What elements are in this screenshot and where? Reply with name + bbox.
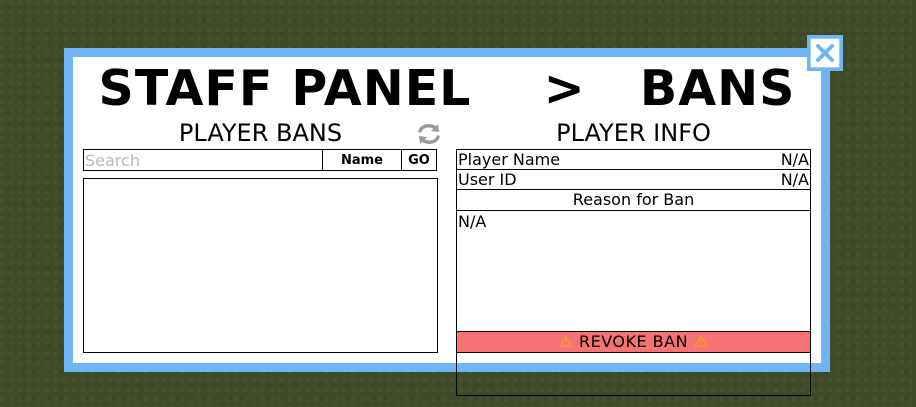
search-input[interactable] bbox=[84, 150, 322, 170]
warning-icon: ⚠ bbox=[558, 332, 574, 351]
revoke-ban-button[interactable]: ⚠ REVOKE BAN ⚠ bbox=[456, 331, 811, 353]
search-bar: Name GO bbox=[83, 149, 437, 171]
close-button[interactable] bbox=[807, 35, 843, 71]
refresh-icon[interactable] bbox=[416, 121, 442, 147]
reason-heading: Reason for Ban bbox=[457, 190, 810, 211]
reason-value: N/A bbox=[458, 212, 487, 231]
player-info-heading: PLAYER INFO bbox=[556, 119, 711, 147]
go-button[interactable]: GO bbox=[401, 150, 436, 170]
ban-list[interactable] bbox=[83, 178, 438, 353]
user-id-value: N/A bbox=[780, 170, 809, 189]
player-info-table: Player Name N/A User ID N/A Reason for B… bbox=[456, 149, 811, 396]
staff-panel: STAFF PANEL > BANS PLAYER BANS PLAYER IN… bbox=[73, 57, 821, 396]
panel-title: STAFF PANEL > BANS bbox=[98, 60, 796, 117]
user-id-label: User ID bbox=[458, 170, 517, 189]
revoke-ban-label: REVOKE BAN bbox=[578, 332, 689, 351]
player-bans-heading: PLAYER BANS bbox=[178, 119, 343, 147]
name-filter-button[interactable]: Name bbox=[322, 150, 401, 170]
player-name-label: Player Name bbox=[458, 150, 561, 169]
warning-icon: ⚠ bbox=[693, 332, 709, 351]
player-name-value: N/A bbox=[780, 150, 809, 169]
player-name-row: Player Name N/A bbox=[457, 150, 810, 170]
close-icon bbox=[816, 44, 834, 62]
user-id-row: User ID N/A bbox=[457, 170, 810, 190]
close-button-inner bbox=[810, 38, 840, 68]
